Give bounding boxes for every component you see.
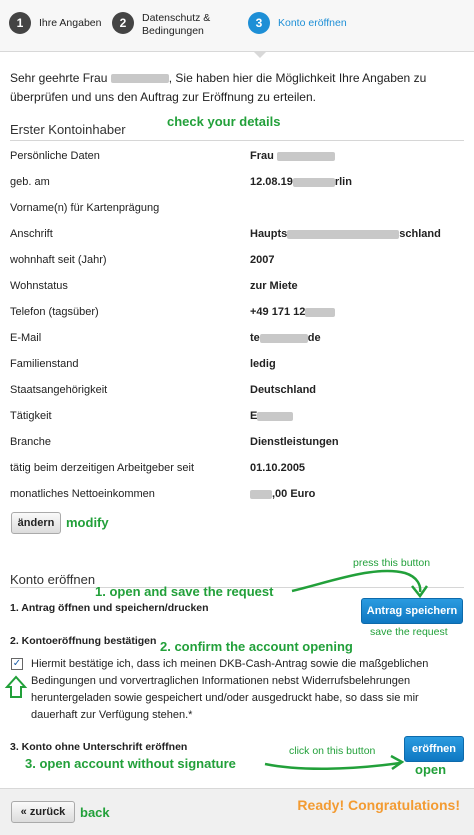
detail-row: Branche Dienstleistungen (10, 436, 464, 462)
detail-label: Wohnstatus (10, 280, 68, 292)
detail-row: Tätigkeit Ex (10, 410, 464, 436)
section-title-holder: Erster Kontoinhaber (10, 122, 126, 137)
detail-row: Telefon (tagsüber) +49 171 12x (10, 306, 464, 332)
step2-label: 2. Kontoeröffnung bestätigen (10, 635, 157, 647)
detail-row: Anschrift Hauptsxschland (10, 228, 464, 254)
step-number: 3 (248, 12, 270, 34)
arrow-to-open-icon (264, 761, 401, 770)
annotation-click-hint: click on this button (289, 745, 376, 757)
annotation-open: open (415, 762, 447, 777)
detail-value: Deutschland (250, 384, 317, 396)
intro-before: Sehr geehrte Frau (10, 71, 111, 85)
progress-stepper: 1 Ihre Angaben 2 Datenschutz & Bedingung… (0, 0, 474, 58)
detail-label: Familienstand (10, 358, 79, 370)
arrow-up-to-checkbox-icon (4, 675, 28, 698)
detail-value: 01.10.2005 (250, 462, 306, 474)
detail-value: Ex (250, 410, 294, 422)
detail-row: geb. am 12.08.19xrlin (10, 176, 464, 202)
check-mark-icon: ✓ (12, 658, 22, 669)
section-divider (10, 140, 464, 141)
detail-label: Vorname(n) für Kartenprägung (10, 202, 160, 214)
detail-row: E-Mail texde (10, 332, 464, 358)
detail-label: Staatsangehörigkeit (10, 384, 108, 396)
save-request-button[interactable]: Antrag speichern (361, 598, 463, 624)
detail-row: tätig beim derzeitigen Arbeitgeber seit … (10, 462, 464, 488)
detail-label: Telefon (tagsüber) (10, 306, 99, 318)
detail-value: 2007 (250, 254, 275, 266)
step3-label: 3. Konto ohne Unterschrift eröffnen (10, 741, 188, 753)
detail-value: Dienstleistungen (250, 436, 339, 448)
annotation-press-hint: press this button (353, 557, 431, 569)
detail-value: texde (250, 332, 321, 344)
step1-label: 1. Antrag öffnen und speichern/drucken (10, 602, 209, 614)
step-datenschutz: 2 Datenschutz & Bedingungen (112, 12, 232, 38)
confirm-text: Hiermit bestätige ich, dass ich meinen D… (31, 658, 429, 721)
back-button[interactable]: « zurück (11, 801, 75, 823)
annotation-check-details: check your details (167, 114, 281, 129)
change-button[interactable]: ändern (11, 512, 61, 534)
detail-value: x,00 Euro (250, 488, 315, 500)
detail-value: ledig (250, 358, 276, 370)
detail-row: monatliches Nettoeinkommen x,00 Euro (10, 488, 464, 514)
annotation-confirm: 2. confirm the account opening (160, 639, 353, 654)
detail-label: wohnhaft seit (Jahr) (10, 254, 107, 266)
annotation-modify: modify (66, 515, 109, 530)
annotation-save-hint: save the request (370, 626, 448, 638)
detail-row: Persönliche Daten Frau x (10, 150, 464, 176)
detail-label: Tätigkeit (10, 410, 52, 422)
detail-value: 12.08.19xrlin (250, 176, 352, 188)
detail-label: E-Mail (10, 332, 42, 344)
open-account-button[interactable]: eröffnen (404, 736, 464, 762)
step-ihre-angaben: 1 Ihre Angaben (9, 12, 101, 34)
detail-row: wohnhaft seit (Jahr) 2007 (10, 254, 464, 280)
detail-label: tätig beim derzeitigen Arbeitgeber seit (10, 462, 195, 474)
detail-value: Frau x (250, 150, 335, 162)
detail-row: Vorname(n) für Kartenprägung (10, 202, 464, 228)
detail-label: geb. am (10, 176, 50, 188)
detail-value: zur Miete (250, 280, 298, 292)
section-title-open-account: Konto eröffnen (10, 572, 96, 587)
detail-label: Anschrift (10, 228, 53, 240)
detail-row: Staatsangehörigkeit Deutschland (10, 384, 464, 410)
annotation-back: back (80, 805, 110, 820)
step-label: Konto eröffnen (278, 17, 347, 29)
step-konto-eroeffnen: 3 Konto eröffnen (248, 12, 347, 34)
detail-label: monatliches Nettoeinkommen (10, 488, 155, 500)
detail-label: Persönliche Daten (10, 150, 100, 162)
annotation-open-save: 1. open and save the request (95, 584, 274, 599)
arrow-to-open-head-icon (390, 754, 405, 771)
step-label: Ihre Angaben (39, 17, 102, 29)
detail-row: Wohnstatus zur Miete (10, 280, 464, 306)
intro-text: Sehr geehrte Frau x, Sie haben hier die … (10, 69, 460, 107)
active-step-pointer (253, 51, 267, 58)
detail-row: Familienstand ledig (10, 358, 464, 384)
step-number: 1 (9, 12, 31, 34)
annotation-without-signature: 3. open account without signature (25, 756, 236, 771)
step-label: Datenschutz & Bedingungen (142, 12, 211, 37)
arrow-to-save-icon (291, 569, 422, 593)
confirm-checkbox[interactable]: ✓ (11, 658, 23, 670)
step-number: 2 (112, 12, 134, 34)
detail-value: +49 171 12x (250, 306, 336, 318)
ready-message: Ready! Congratulations! (297, 797, 460, 813)
redacted-name: x (110, 74, 169, 84)
detail-label: Branche (10, 436, 51, 448)
detail-value: Hauptsxschland (250, 228, 441, 240)
